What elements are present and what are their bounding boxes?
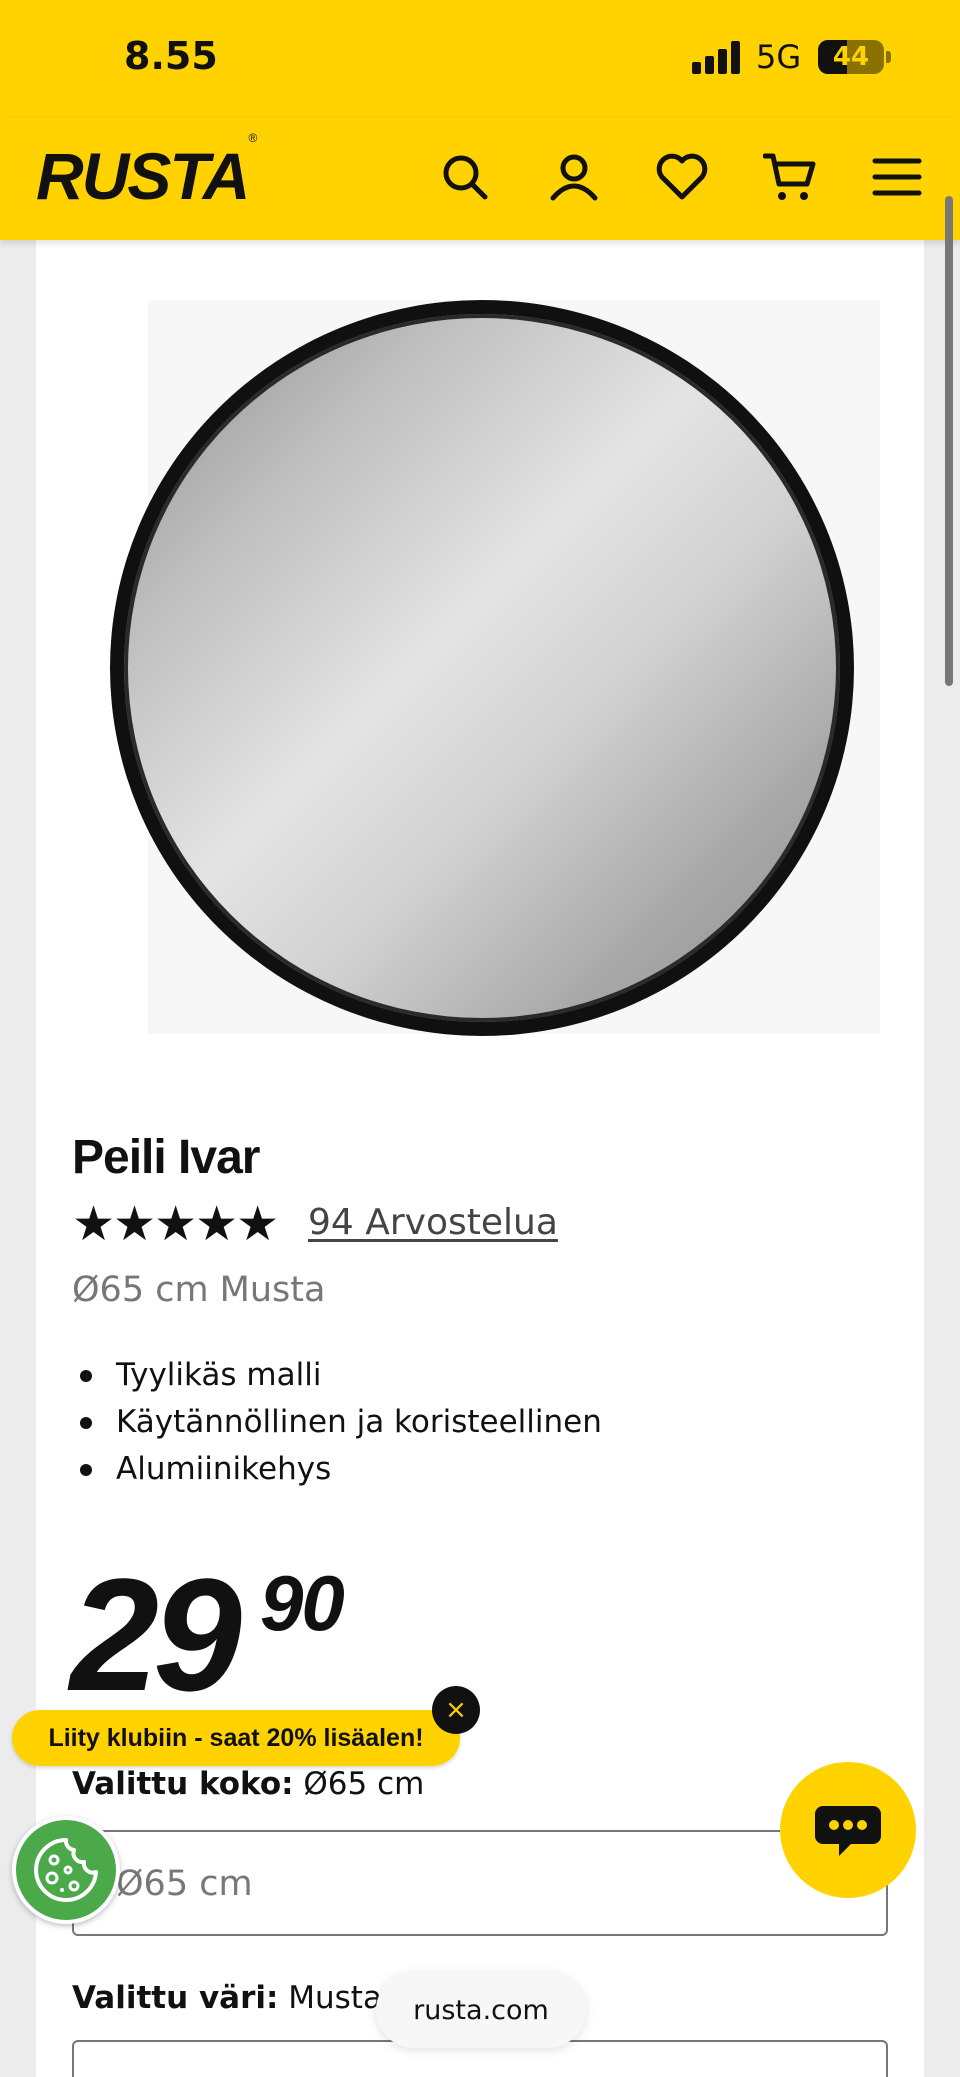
size-label-value: Ø65 cm xyxy=(303,1766,425,1802)
product-title: Peili Ivar xyxy=(72,1131,260,1184)
url-text: rusta.com xyxy=(413,1994,549,2026)
feature-list: Tyylikäs malli Käytännöllinen ja koriste… xyxy=(72,1352,602,1493)
network-type: 5G xyxy=(756,38,802,76)
size-label: Valittu koko: Ø65 cm xyxy=(72,1766,424,1802)
site-header: RUSTA® xyxy=(0,118,960,240)
color-label-value: Musta xyxy=(288,1980,382,2016)
product-price: 29 90 xyxy=(70,1555,345,1715)
menu-icon[interactable] xyxy=(866,146,928,208)
battery-level: 44 xyxy=(832,42,870,72)
reviews-link[interactable]: 94 Arvostelua xyxy=(308,1202,558,1243)
color-label: Valittu väri: Musta xyxy=(72,1980,382,2016)
rusta-logo[interactable]: RUSTA® xyxy=(36,131,257,214)
cart-icon[interactable] xyxy=(759,146,821,208)
size-label-title: Valittu koko: xyxy=(72,1766,294,1802)
product-variant: Ø65 cm Musta xyxy=(72,1270,326,1310)
search-icon[interactable] xyxy=(434,146,496,208)
feature-item: Tyylikäs malli xyxy=(72,1352,602,1399)
status-time: 8.55 xyxy=(124,34,218,78)
size-select-value: Ø65 cm xyxy=(116,1864,253,1904)
status-bar: 8.55 5G 44 xyxy=(0,0,960,118)
product-image-mirror[interactable] xyxy=(110,300,854,1036)
price-decimals: 90 xyxy=(260,1559,345,1647)
logo-text: RUSTA xyxy=(36,139,250,213)
cookie-icon xyxy=(34,1838,98,1902)
cookie-settings-button[interactable] xyxy=(12,1816,120,1924)
chat-button[interactable] xyxy=(780,1762,916,1898)
registered-mark: ® xyxy=(248,131,257,145)
feature-item: Alumiinikehys xyxy=(72,1446,602,1493)
scrollbar[interactable] xyxy=(945,196,953,686)
signal-icon xyxy=(692,40,742,74)
club-banner[interactable]: Liity klubiin - saat 20% lisäalen! xyxy=(12,1710,460,1766)
battery-tip xyxy=(886,51,891,63)
browser-url-bar[interactable]: rusta.com xyxy=(376,1972,586,2048)
feature-item: Käytännöllinen ja koristeellinen xyxy=(72,1399,602,1446)
account-icon[interactable] xyxy=(543,146,605,208)
close-icon[interactable]: × xyxy=(432,1686,480,1734)
color-label-title: Valittu väri: xyxy=(72,1980,279,2016)
chat-icon xyxy=(815,1806,881,1856)
club-banner-text: Liity klubiin - saat 20% lisäalen! xyxy=(48,1723,424,1752)
favorites-icon[interactable] xyxy=(651,146,713,208)
size-select[interactable]: Ø65 cm xyxy=(72,1830,888,1936)
battery-icon: 44 xyxy=(818,40,884,74)
rating-stars-icon: ★★★★★ xyxy=(72,1196,279,1252)
price-main: 29 xyxy=(70,1545,242,1724)
